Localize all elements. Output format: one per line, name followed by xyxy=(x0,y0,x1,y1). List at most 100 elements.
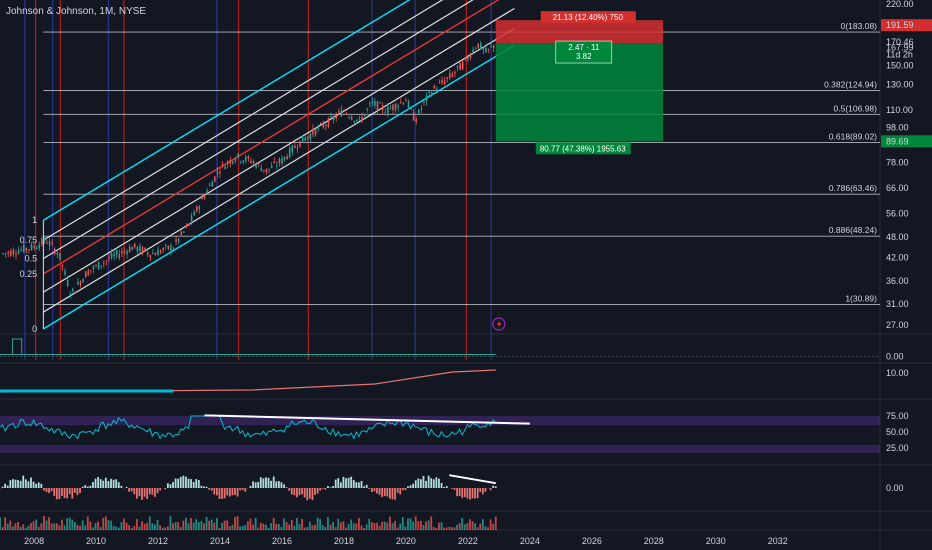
candle-body-139 xyxy=(361,116,363,122)
volume-bar-147 xyxy=(378,525,381,530)
volume-bar-63 xyxy=(161,527,164,530)
volume-bar-87 xyxy=(223,520,226,530)
volume-bar-136 xyxy=(350,519,353,530)
macd-bar-111 xyxy=(285,487,288,488)
macd-bar-74 xyxy=(190,479,192,488)
candle-body-21 xyxy=(56,253,59,255)
volume-bar-145 xyxy=(373,523,376,530)
volume-bar-165 xyxy=(425,521,427,530)
macd-bar-150 xyxy=(386,488,389,497)
macd-bar-24 xyxy=(61,488,63,496)
macd-bar-176 xyxy=(453,488,456,490)
volume-bar-7 xyxy=(17,522,19,530)
macd-bar-133 xyxy=(342,476,345,488)
candle-body-138 xyxy=(358,117,361,119)
candle-body-63 xyxy=(165,245,167,247)
macd-bar-30 xyxy=(76,488,79,496)
macd-bar-130 xyxy=(334,479,337,488)
volume-bar-91 xyxy=(234,517,236,530)
volume-bar-55 xyxy=(141,521,143,530)
time-tick-5: 2018 xyxy=(334,536,354,546)
candle-body-67 xyxy=(175,239,177,243)
macd-bar-107 xyxy=(275,481,278,488)
macd-bar-171 xyxy=(440,482,443,488)
candle-body-166 xyxy=(430,92,433,96)
candle-body-109 xyxy=(283,156,286,160)
volume-bar-65 xyxy=(166,526,169,530)
chart-stage[interactable]: 0(183.08) 0.382(124.94) 0.5(106.98) 0.618(8… xyxy=(0,0,932,550)
volume-bar-120 xyxy=(308,521,311,530)
macd-bar-56 xyxy=(143,488,146,497)
candle-body-153 xyxy=(397,105,399,108)
volume-bar-10 xyxy=(24,527,27,530)
volume-bar-167 xyxy=(430,516,433,530)
volume-bar-104 xyxy=(267,527,270,530)
candle-body-30 xyxy=(79,281,82,286)
candle-body-116 xyxy=(301,135,304,143)
volume-bar-74 xyxy=(190,517,192,530)
macd-bar-114 xyxy=(293,488,296,496)
volume-bar-113 xyxy=(290,519,293,530)
macd-bar-31 xyxy=(79,488,81,494)
price-chart[interactable]: 0(183.08) 0.382(124.94) 0.5(106.98) 0.618(8… xyxy=(0,0,932,550)
price-tag-1: 89.69 xyxy=(886,136,909,146)
candle-body-20 xyxy=(53,248,56,254)
volume-bar-188 xyxy=(484,526,487,530)
macd-bar-156 xyxy=(401,488,404,491)
macd-bar-134 xyxy=(345,478,347,488)
macd-bar-72 xyxy=(185,476,187,488)
macd-bar-192 xyxy=(494,486,497,488)
candle-body-182 xyxy=(472,49,474,53)
macd-bar-125 xyxy=(321,488,324,489)
volume-bar-3 xyxy=(6,523,9,530)
volume-bar-171 xyxy=(440,522,443,530)
macd-bar-155 xyxy=(399,488,402,495)
volume-bar-0 xyxy=(0,517,1,530)
macd-bar-126 xyxy=(324,488,327,490)
macd-bar-76 xyxy=(195,479,198,488)
macd-bar-33 xyxy=(84,485,87,488)
macd-bar-175 xyxy=(450,488,453,489)
candle-body-156 xyxy=(405,100,407,102)
volume-bar-18 xyxy=(45,520,48,530)
candle-body-172 xyxy=(446,77,449,79)
candle-body-178 xyxy=(461,61,464,70)
candle-body-104 xyxy=(270,165,273,169)
volume-bar-134 xyxy=(345,527,347,530)
volume-bar-23 xyxy=(58,525,61,530)
price-tick-13: 36.00 xyxy=(886,276,909,286)
fib-label-6: 1(30.89) xyxy=(845,293,877,303)
fib-label-3: 0.618(89.02) xyxy=(829,131,877,141)
macd-bar-163 xyxy=(419,479,422,488)
macd-bar-109 xyxy=(280,482,283,488)
candle-body-29 xyxy=(77,281,79,285)
volume-bar-81 xyxy=(208,520,211,530)
macd-bar-191 xyxy=(492,485,495,488)
volume-bar-22 xyxy=(55,523,58,530)
macd-bar-86 xyxy=(221,488,223,499)
volume-bar-160 xyxy=(412,521,415,530)
macd-bar-7 xyxy=(17,480,19,488)
macd-bar-145 xyxy=(373,488,376,492)
macd-bar-28 xyxy=(71,488,74,499)
candle-body-186 xyxy=(482,47,485,50)
volume-bar-184 xyxy=(474,523,477,530)
volume-bar-26 xyxy=(66,518,69,530)
candle-body-10 xyxy=(28,249,30,251)
macd-bar-77 xyxy=(197,480,200,488)
volume-bar-179 xyxy=(461,517,464,530)
candle-body-12 xyxy=(33,245,35,248)
macd-bar-40 xyxy=(102,480,105,488)
macd-bar-52 xyxy=(133,488,136,495)
price-tick-14: 31.00 xyxy=(886,299,909,309)
time-tick-6: 2020 xyxy=(396,536,416,546)
macd-bar-82 xyxy=(210,488,213,491)
candle-body-16 xyxy=(43,238,46,242)
macd-bar-164 xyxy=(422,475,425,488)
volume-bar-62 xyxy=(159,525,161,530)
candle-body-131 xyxy=(340,109,343,117)
macd-bar-182 xyxy=(469,488,471,500)
pitchfork-label-4: 0 xyxy=(32,324,37,334)
price-tick-8: 78.00 xyxy=(886,158,909,168)
panel2-tick: 10.00 xyxy=(886,368,909,378)
